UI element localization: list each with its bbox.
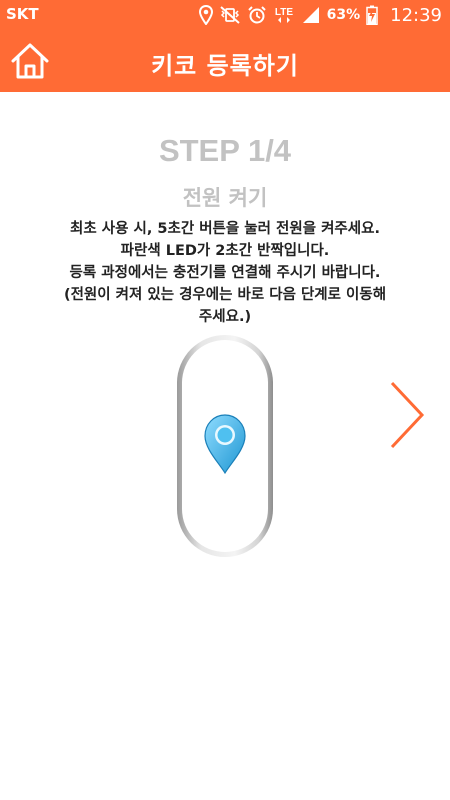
status-icons: LTE 63% 12:39 (198, 0, 442, 30)
instruction-line: (전원이 켜져 있는 경우에는 바로 다음 단계로 이동해 (63, 287, 387, 303)
lte-icon: LTE (273, 4, 295, 26)
signal-icon (301, 6, 321, 24)
app-bar: 키코 등록하기 (0, 30, 450, 92)
step-subtitle: 전원 켜기 (182, 186, 268, 210)
battery-percent: 63% (326, 7, 361, 23)
device-illustration (175, 333, 275, 559)
instruction-text: 최초 사용 시, 5초간 버튼을 눌러 전원을 켜주세요. 파란색 LED가 2… (0, 218, 450, 328)
step-indicator: STEP 1/4 (158, 133, 292, 168)
next-step-button[interactable] (386, 380, 428, 450)
chevron-right-icon (390, 381, 425, 449)
instruction-line: 주세요.) (198, 309, 252, 325)
location-icon (198, 5, 213, 25)
instruction-line: 등록 과정에서는 충전기를 연결해 주시기 바랍니다. (69, 265, 381, 281)
mute-vibrate-icon (219, 6, 241, 24)
alarm-icon (247, 5, 267, 25)
instruction-line: 파란색 LED가 2초간 반짝입니다. (120, 243, 330, 259)
clock: 12:39 (390, 4, 442, 26)
carrier-name: SKT (6, 5, 39, 23)
page-title: 키코 등록하기 (151, 52, 299, 80)
svg-text:LTE: LTE (275, 7, 293, 18)
instruction-line: 최초 사용 시, 5초간 버튼을 눌러 전원을 켜주세요. (70, 221, 380, 237)
battery-charging-icon (366, 5, 378, 25)
status-bar: SKT LTE 63% 12:39 (0, 0, 450, 30)
